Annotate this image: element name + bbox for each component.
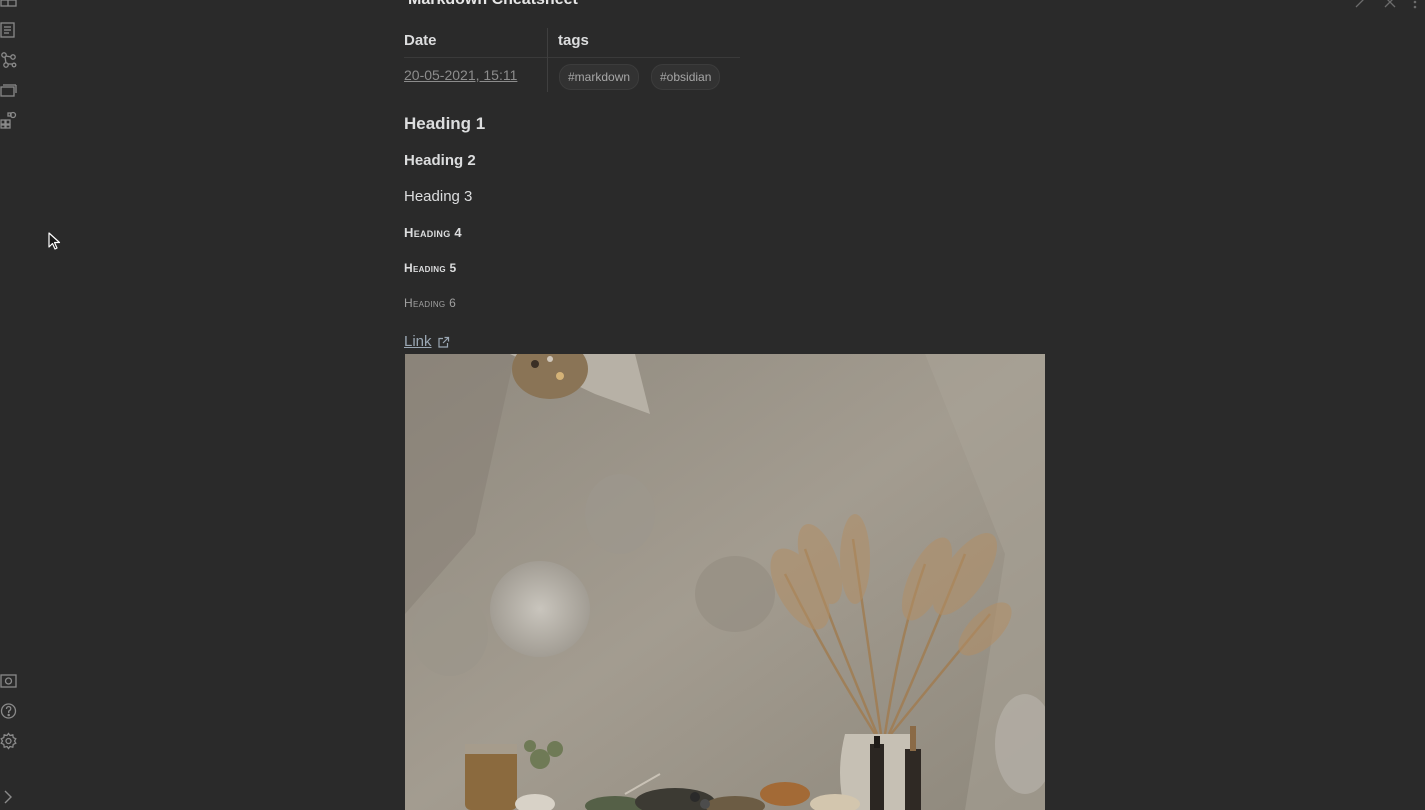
heading-5: Heading 5	[404, 261, 457, 275]
frontmatter-date-header: Date	[404, 32, 437, 49]
frontmatter-table: Date 20-05-2021, 15:11 tags #markdown #o…	[404, 28, 744, 92]
heading-1: Heading 1	[404, 114, 486, 133]
heading-2: Heading 2	[404, 152, 476, 169]
tag-pill[interactable]: #obsidian	[651, 64, 721, 90]
expand-icon[interactable]	[0, 788, 18, 806]
frontmatter-divider	[404, 57, 547, 58]
vault-icon[interactable]	[0, 672, 18, 690]
tag-pill[interactable]: #markdown	[559, 64, 640, 90]
left-ribbon	[0, 0, 22, 810]
grid-icon[interactable]	[0, 111, 18, 129]
frontmatter-divider	[548, 57, 740, 58]
edit-icon[interactable]	[1353, 0, 1369, 10]
view-header-controls	[1345, 0, 1425, 12]
stack-icon[interactable]	[0, 81, 18, 99]
external-link[interactable]: Link	[404, 333, 432, 350]
external-link-icon[interactable]	[437, 336, 450, 349]
frontmatter-tags-header: tags	[558, 32, 589, 49]
obsidian-app: Markdown Cheatsheet Date 20-05-2021, 15:…	[0, 0, 1425, 810]
help-icon[interactable]	[0, 702, 18, 720]
heading-6: Heading 6	[404, 296, 457, 310]
embedded-photo	[405, 354, 1045, 810]
frontmatter-date-value[interactable]: 20-05-2021, 15:11	[404, 67, 517, 83]
more-icon[interactable]	[1407, 0, 1423, 10]
settings-icon[interactable]	[0, 732, 18, 750]
close-icon[interactable]	[1382, 0, 1398, 10]
table-icon[interactable]	[0, 0, 18, 10]
frontmatter-date-column: Date 20-05-2021, 15:11	[404, 28, 548, 92]
graph-icon[interactable]	[0, 51, 18, 69]
heading-4: Heading 4	[404, 225, 462, 240]
document-icon[interactable]	[0, 21, 18, 39]
heading-3: Heading 3	[404, 188, 473, 205]
mouse-cursor-icon	[48, 232, 62, 252]
note-title[interactable]: Markdown Cheatsheet	[408, 0, 578, 9]
frontmatter-tags-column: tags #markdown #obsidian	[548, 28, 740, 92]
